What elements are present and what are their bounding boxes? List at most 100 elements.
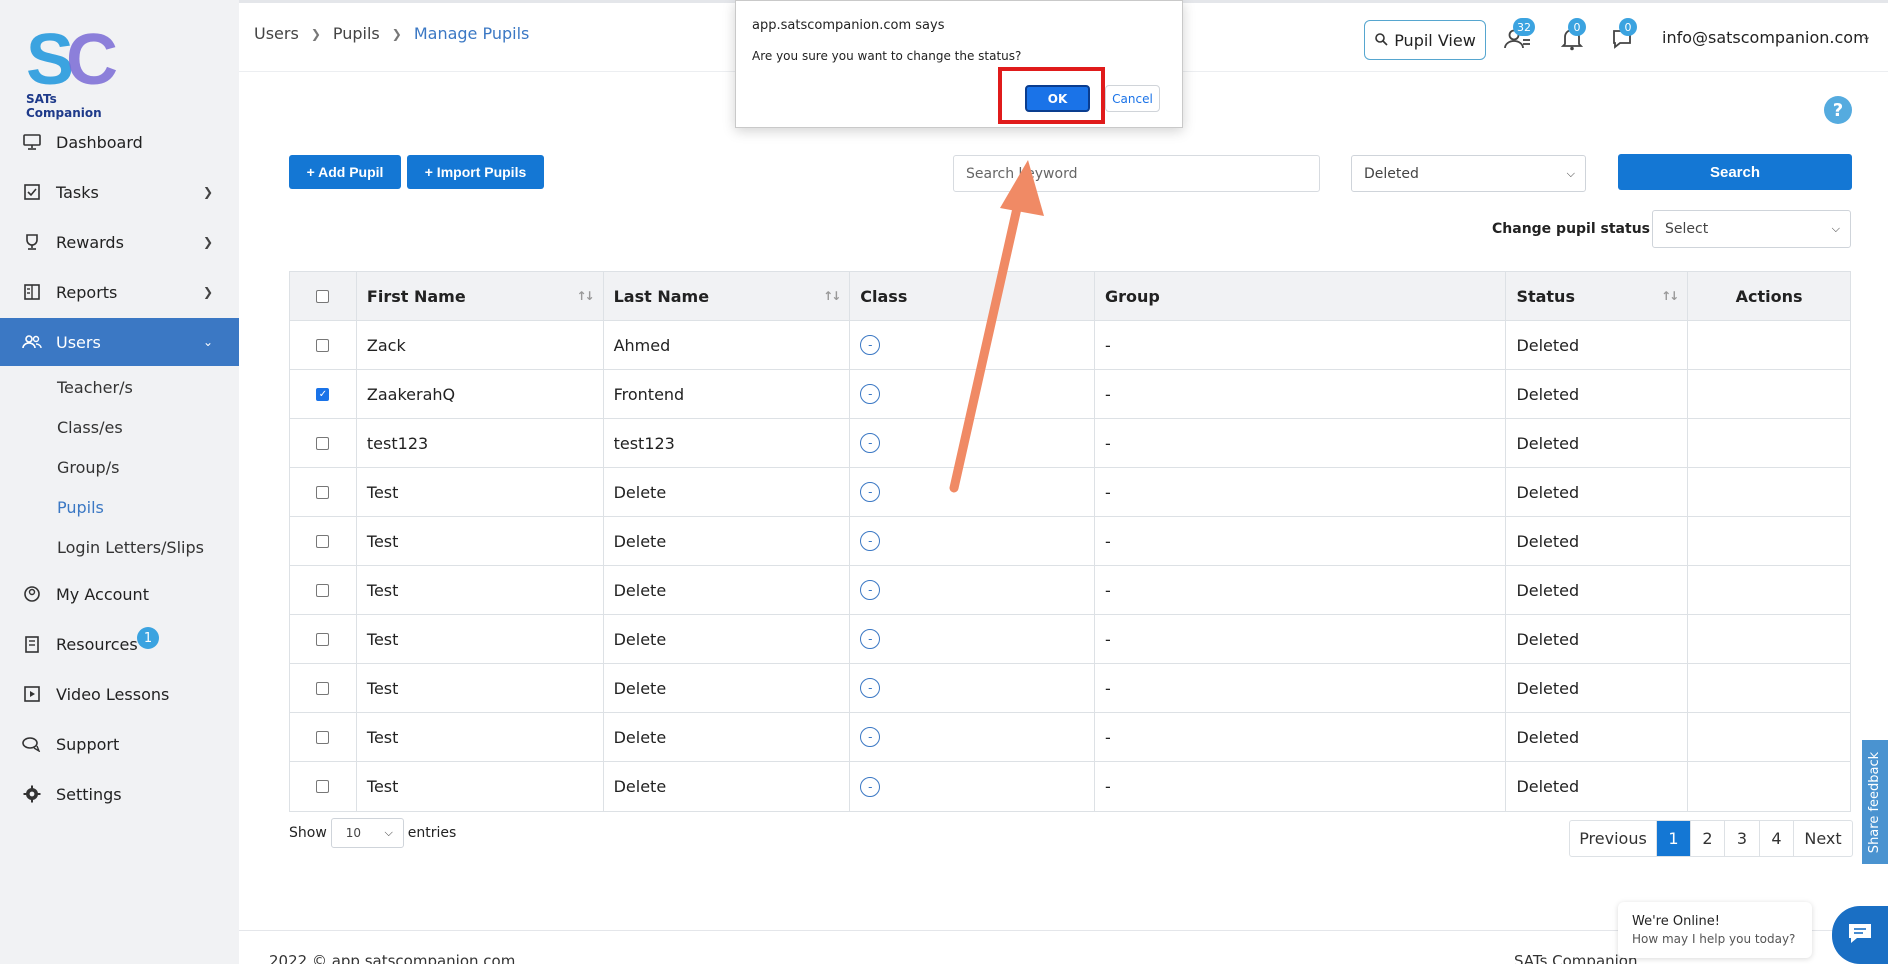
sidebar-item-tasks[interactable]: Tasks ❯	[0, 169, 239, 215]
entries-label: entries	[407, 825, 457, 841]
column-first-name[interactable]: First Name ↑↓	[357, 272, 604, 320]
row-checkbox[interactable]	[316, 485, 330, 499]
table-row: Test Delete - - Deleted	[290, 664, 1850, 713]
sidebar-item-dashboard[interactable]: Dashboard	[0, 119, 239, 165]
pupil-view-button[interactable]: Pupil View	[1364, 20, 1486, 60]
class-icon[interactable]: -	[860, 482, 881, 502]
chat-title: We're Online!	[1632, 914, 1720, 929]
status-filter-value: Deleted	[1364, 165, 1419, 182]
next-page[interactable]: Next	[1794, 821, 1852, 856]
cell-status: Deleted	[1506, 762, 1689, 811]
cell-first-name: Test	[357, 566, 604, 614]
search-button[interactable]: Search	[1618, 154, 1852, 190]
class-icon[interactable]: -	[860, 678, 881, 698]
column-status[interactable]: Status ↑↓	[1506, 272, 1689, 320]
sidebar-item-label: Rewards	[56, 232, 124, 252]
cell-first-name: Test	[357, 762, 604, 811]
page-1[interactable]: 1	[1657, 821, 1691, 856]
chevron-down-icon[interactable]: ⌄	[1862, 30, 1871, 43]
footer-copyright: 2022 © app.satscompanion.com	[269, 952, 516, 964]
cell-last-name: Frontend	[604, 370, 851, 418]
row-checkbox[interactable]: ✓	[316, 387, 330, 401]
entries-select[interactable]: 10 ⌵	[330, 818, 404, 848]
cell-group: -	[1095, 321, 1507, 369]
sidebar-item-rewards[interactable]: Rewards ❯	[0, 219, 239, 265]
page-4[interactable]: 4	[1760, 821, 1794, 856]
change-status-label: Change pupil status to:	[1492, 221, 1677, 237]
sidebar-item-reports[interactable]: Reports ❯	[0, 269, 239, 315]
sidebar-subitem-pupils[interactable]: Pupils	[57, 498, 104, 517]
ok-highlight-box	[998, 67, 1105, 124]
table-header: First Name ↑↓ Last Name ↑↓ Class Group Sta…	[290, 272, 1850, 321]
sidebar-item-label: Video Lessons	[56, 684, 170, 704]
row-checkbox[interactable]	[316, 534, 330, 548]
sidebar-subitem-groups[interactable]: Group/s	[57, 458, 119, 477]
pupils-badge: 32	[1513, 18, 1535, 36]
sort-icon: ↑↓	[576, 289, 594, 303]
row-checkbox[interactable]	[316, 436, 330, 450]
help-icon[interactable]: ?	[1824, 96, 1852, 124]
chevron-down-icon: ⌵	[1566, 166, 1575, 180]
breadcrumb-users[interactable]: Users	[254, 24, 299, 43]
feedback-label: Share feedback	[1867, 751, 1883, 853]
add-pupil-button[interactable]: + Add Pupil	[289, 155, 401, 189]
breadcrumb: Users ❯ Pupils ❯ Manage Pupils	[254, 24, 529, 43]
sidebar-subitem-teachers[interactable]: Teacher/s	[57, 378, 133, 397]
row-checkbox[interactable]	[316, 730, 330, 744]
search-user-icon	[1374, 31, 1388, 50]
sidebar-item-users[interactable]: Users ⌄	[0, 318, 239, 366]
cell-group: -	[1095, 664, 1507, 712]
chat-launcher-button[interactable]	[1832, 906, 1888, 964]
page-2[interactable]: 2	[1691, 821, 1725, 856]
column-last-name[interactable]: Last Name ↑↓	[604, 272, 851, 320]
table-row: Zack Ahmed - - Deleted	[290, 321, 1850, 370]
class-icon[interactable]: -	[860, 433, 881, 453]
row-checkbox[interactable]	[316, 583, 330, 597]
cell-status: Deleted	[1506, 419, 1689, 467]
row-checkbox[interactable]	[316, 681, 330, 695]
cell-group: -	[1095, 713, 1507, 761]
sidebar-item-label: Users	[56, 332, 101, 352]
class-icon[interactable]: -	[860, 727, 881, 747]
cell-actions	[1688, 664, 1850, 712]
cell-last-name: Delete	[604, 566, 851, 614]
chat-widget-bubble[interactable]: We're Online! How may I help you today?	[1618, 902, 1812, 958]
row-checkbox[interactable]	[316, 338, 330, 352]
status-filter-select[interactable]: Deleted ⌵	[1351, 155, 1586, 192]
sidebar-item-resources[interactable]: Resources	[0, 621, 239, 667]
sidebar-item-support[interactable]: Support	[0, 721, 239, 767]
pupils-table: First Name ↑↓ Last Name ↑↓ Class Group Sta…	[289, 271, 1851, 812]
cell-actions	[1688, 713, 1850, 761]
select-all-checkbox[interactable]	[316, 289, 330, 303]
class-icon[interactable]: -	[860, 776, 881, 797]
class-icon[interactable]: -	[860, 629, 881, 649]
cell-last-name: test123	[604, 419, 851, 467]
chevron-right-icon: ❯	[202, 285, 213, 299]
page-3[interactable]: 3	[1725, 821, 1760, 856]
app-logo[interactable]: S C SATs Companion	[26, 20, 136, 120]
table-row: ✓ ZaakerahQ Frontend - - Deleted	[290, 370, 1850, 419]
row-checkbox[interactable]	[316, 632, 330, 646]
class-icon[interactable]: -	[860, 580, 881, 600]
class-icon[interactable]: -	[860, 384, 881, 404]
sidebar-item-my-account[interactable]: My Account	[0, 571, 239, 617]
class-icon[interactable]: -	[860, 531, 881, 551]
cell-first-name: Test	[357, 615, 604, 663]
share-feedback-tab[interactable]: Share feedback	[1862, 740, 1888, 864]
chevron-right-icon: ❯	[202, 185, 213, 199]
sidebar-item-video-lessons[interactable]: Video Lessons	[0, 671, 239, 717]
user-menu[interactable]: info@satscompanion.com	[1662, 28, 1869, 47]
users-icon	[22, 332, 42, 352]
class-icon[interactable]: -	[860, 335, 881, 355]
change-status-select[interactable]: Select ⌵	[1652, 210, 1851, 248]
cell-status: Deleted	[1506, 713, 1689, 761]
row-checkbox[interactable]	[316, 780, 330, 793]
sidebar-subitem-login-letters[interactable]: Login Letters/Slips	[57, 538, 204, 557]
previous-page[interactable]: Previous	[1570, 821, 1657, 856]
sidebar-subitem-classes[interactable]: Class/es	[57, 418, 123, 437]
sidebar-item-settings[interactable]: Settings	[0, 771, 239, 817]
import-pupils-button[interactable]: + Import Pupils	[407, 155, 544, 189]
breadcrumb-pupils[interactable]: Pupils	[333, 24, 380, 43]
dialog-cancel-button[interactable]: Cancel	[1105, 85, 1160, 112]
column-label: Actions	[1735, 286, 1803, 306]
